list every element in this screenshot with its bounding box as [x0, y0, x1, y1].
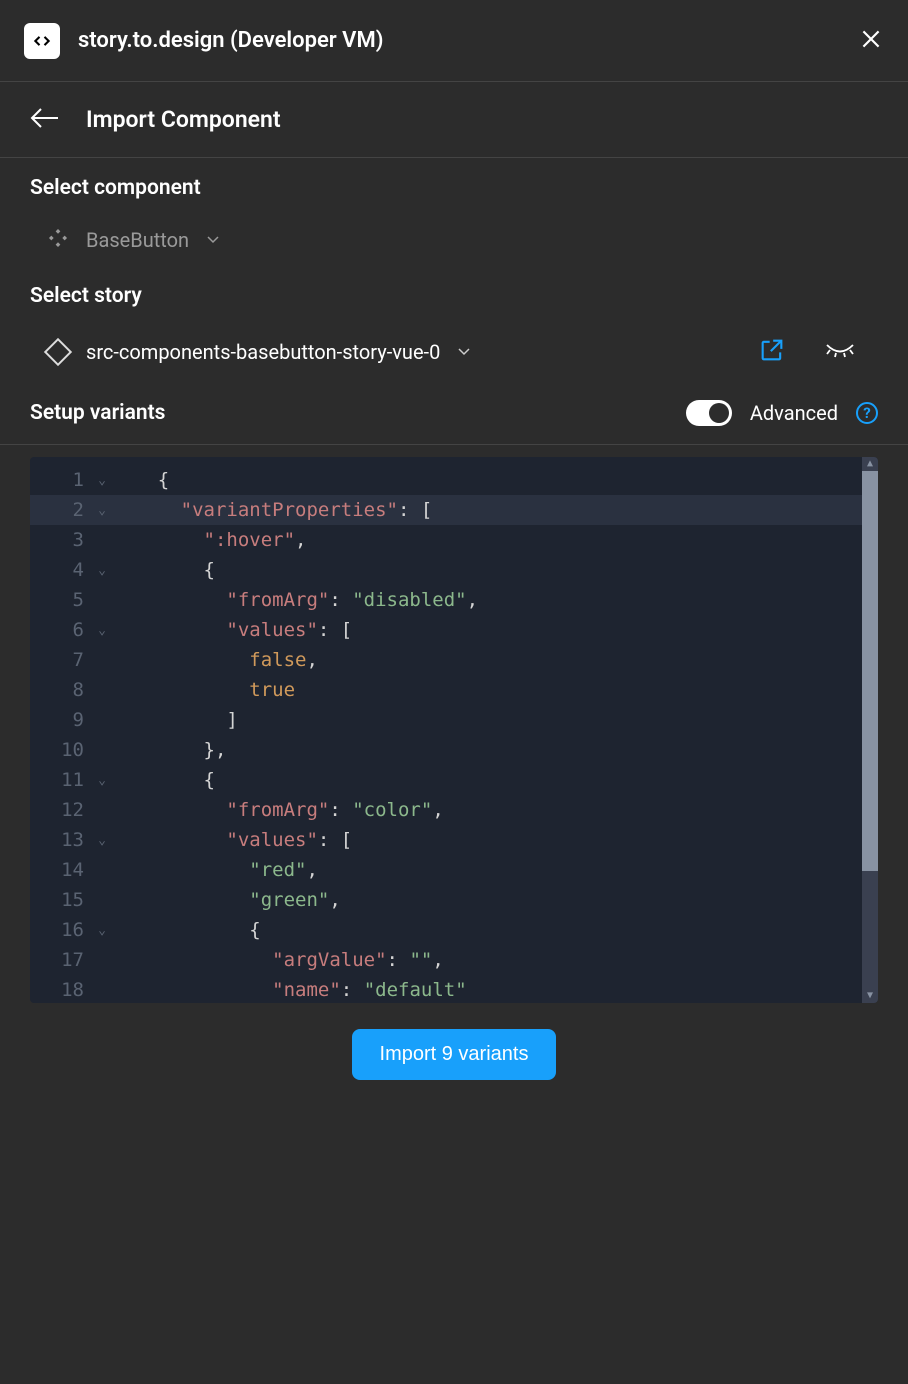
story-actions	[758, 336, 860, 368]
code-editor[interactable]: 123456789101112131415161718 { "variantPr…	[30, 457, 878, 1003]
editor-gutter: 123456789101112131415161718	[30, 457, 112, 1003]
story-selector[interactable]: src-components-basebutton-story-vue-0	[48, 340, 470, 364]
titlebar: story.to.design (Developer VM)	[0, 0, 908, 82]
titlebar-left: story.to.design (Developer VM)	[24, 23, 383, 59]
import-button[interactable]: Import 9 variants	[352, 1029, 557, 1080]
advanced-label: Advanced	[750, 401, 838, 425]
advanced-toggle[interactable]	[686, 400, 732, 426]
component-value: BaseButton	[86, 228, 189, 252]
story-value: src-components-basebutton-story-vue-0	[86, 340, 440, 364]
nav-header: Import Component	[0, 82, 908, 158]
story-icon	[48, 342, 68, 362]
select-story-heading: Select story	[30, 284, 878, 308]
external-link-icon[interactable]	[758, 336, 786, 368]
select-story-section: Select story src-components-basebutton-s…	[0, 278, 908, 396]
page-title: Import Component	[86, 106, 281, 133]
component-selector[interactable]: BaseButton	[30, 200, 878, 278]
select-component-section: Select component BaseButton	[0, 158, 908, 278]
help-icon[interactable]: ?	[856, 402, 878, 424]
chevron-down-icon	[458, 344, 470, 360]
select-component-heading: Select component	[30, 176, 878, 200]
editor-scrollbar[interactable]: ▲ ▼	[862, 457, 878, 1003]
app-title: story.to.design (Developer VM)	[78, 28, 383, 53]
editor-code[interactable]: { "variantProperties": [ ":hover", { "fr…	[112, 457, 862, 1003]
close-icon[interactable]	[858, 26, 884, 56]
setup-variants-header: Setup variants Advanced ?	[0, 396, 908, 445]
component-icon	[48, 228, 68, 252]
app-icon	[24, 23, 60, 59]
back-icon[interactable]	[30, 107, 60, 133]
scrollbar-thumb[interactable]	[862, 471, 878, 871]
footer: Import 9 variants	[0, 1003, 908, 1106]
chevron-down-icon	[207, 232, 219, 248]
setup-variants-heading: Setup variants	[30, 401, 165, 425]
eye-closed-icon[interactable]	[824, 340, 856, 364]
code-editor-wrap: 123456789101112131415161718 { "variantPr…	[0, 445, 908, 1003]
